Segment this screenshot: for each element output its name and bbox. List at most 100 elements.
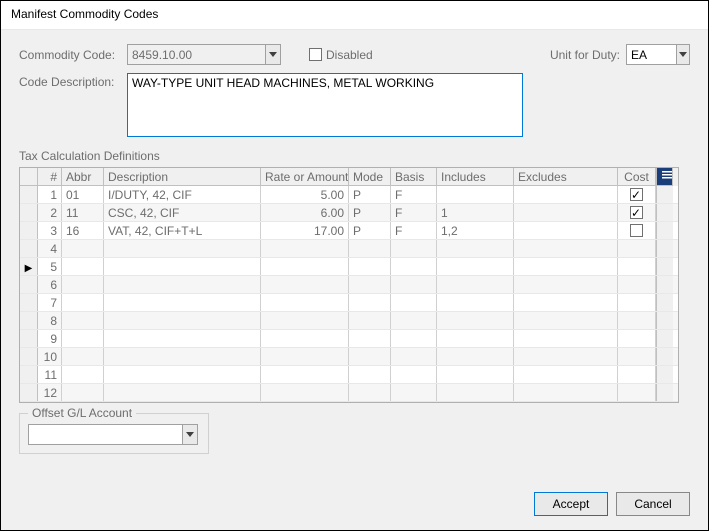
cell[interactable] xyxy=(391,240,437,257)
unit-for-duty-input[interactable] xyxy=(627,45,676,64)
cell[interactable]: 1 xyxy=(38,186,62,203)
row-selector[interactable] xyxy=(20,222,38,239)
cell[interactable]: CSC, 42, CIF xyxy=(104,204,261,221)
cancel-button[interactable]: Cancel xyxy=(616,492,690,516)
cost-cell[interactable] xyxy=(618,348,656,365)
cost-checkbox[interactable] xyxy=(630,224,643,237)
cell[interactable]: 2 xyxy=(38,204,62,221)
cell[interactable] xyxy=(62,330,104,347)
code-description-textarea[interactable]: WAY-TYPE UNIT HEAD MACHINES, METAL WORKI… xyxy=(127,73,523,137)
cell[interactable] xyxy=(437,240,514,257)
cell[interactable] xyxy=(261,330,349,347)
cell[interactable]: 11 xyxy=(62,204,104,221)
cell[interactable]: F xyxy=(391,222,437,239)
table-row[interactable]: 7 xyxy=(20,294,678,312)
table-row[interactable]: 6 xyxy=(20,276,678,294)
cell[interactable] xyxy=(349,294,391,311)
cell[interactable] xyxy=(349,348,391,365)
cell[interactable] xyxy=(514,240,618,257)
offset-gl-combo[interactable] xyxy=(28,424,198,445)
cell[interactable] xyxy=(437,384,514,401)
cell[interactable]: 10 xyxy=(38,348,62,365)
cost-cell[interactable] xyxy=(618,312,656,329)
cell[interactable] xyxy=(514,312,618,329)
cell[interactable]: P xyxy=(349,204,391,221)
grid-header-selector[interactable] xyxy=(20,168,38,186)
cell[interactable] xyxy=(437,366,514,383)
cost-cell[interactable] xyxy=(618,294,656,311)
cell[interactable] xyxy=(391,312,437,329)
grid-header-excl[interactable]: Excludes xyxy=(514,168,618,186)
cell[interactable] xyxy=(514,294,618,311)
cell[interactable]: P xyxy=(349,222,391,239)
cell[interactable]: 17.00 xyxy=(261,222,349,239)
cell[interactable] xyxy=(391,348,437,365)
cell[interactable] xyxy=(62,384,104,401)
cell[interactable] xyxy=(104,366,261,383)
cell[interactable] xyxy=(391,294,437,311)
commodity-code-dropdown-button[interactable] xyxy=(265,45,280,64)
cost-cell[interactable] xyxy=(618,222,656,239)
cell[interactable] xyxy=(261,384,349,401)
grid-header-abbr[interactable]: Abbr xyxy=(62,168,104,186)
row-selector[interactable] xyxy=(20,348,38,365)
cell[interactable] xyxy=(261,276,349,293)
cell[interactable] xyxy=(62,276,104,293)
cell[interactable]: 3 xyxy=(38,222,62,239)
row-selector[interactable] xyxy=(20,366,38,383)
table-row[interactable]: 11 xyxy=(20,366,678,384)
cell[interactable] xyxy=(349,366,391,383)
cell[interactable] xyxy=(514,222,618,239)
cell[interactable] xyxy=(514,366,618,383)
cell[interactable] xyxy=(104,294,261,311)
unit-for-duty-combo[interactable] xyxy=(626,44,690,65)
cell[interactable]: 5.00 xyxy=(261,186,349,203)
table-row[interactable]: 9 xyxy=(20,330,678,348)
disabled-checkbox[interactable] xyxy=(309,48,322,61)
cell[interactable] xyxy=(437,348,514,365)
grid-header-rate[interactable]: Rate or Amount xyxy=(261,168,349,186)
cell[interactable] xyxy=(514,348,618,365)
cost-cell[interactable] xyxy=(618,366,656,383)
cell[interactable]: P xyxy=(349,186,391,203)
grid-header-desc[interactable]: Description xyxy=(104,168,261,186)
cell[interactable] xyxy=(261,348,349,365)
cell[interactable]: 5 xyxy=(38,258,62,275)
cell[interactable] xyxy=(62,312,104,329)
cell[interactable] xyxy=(391,258,437,275)
commodity-code-combo[interactable] xyxy=(127,44,281,65)
cell[interactable]: 4 xyxy=(38,240,62,257)
commodity-code-input[interactable] xyxy=(128,45,265,64)
cell[interactable]: F xyxy=(391,186,437,203)
cell[interactable] xyxy=(437,276,514,293)
cell[interactable] xyxy=(62,240,104,257)
cell[interactable]: F xyxy=(391,204,437,221)
cell[interactable] xyxy=(104,384,261,401)
cost-cell[interactable] xyxy=(618,240,656,257)
cell[interactable] xyxy=(104,348,261,365)
grid-header-mode[interactable]: Mode xyxy=(349,168,391,186)
cell[interactable]: 9 xyxy=(38,330,62,347)
cell[interactable] xyxy=(62,348,104,365)
cell[interactable]: 7 xyxy=(38,294,62,311)
cell[interactable] xyxy=(437,186,514,203)
cell[interactable] xyxy=(349,384,391,401)
cell[interactable]: 6.00 xyxy=(261,204,349,221)
cell[interactable] xyxy=(437,294,514,311)
cell[interactable] xyxy=(104,240,261,257)
cell[interactable] xyxy=(261,258,349,275)
grid-header-options-icon[interactable] xyxy=(656,168,673,186)
cell[interactable] xyxy=(349,330,391,347)
cell[interactable]: 16 xyxy=(62,222,104,239)
accept-button[interactable]: Accept xyxy=(534,492,608,516)
cell[interactable] xyxy=(514,186,618,203)
row-selector[interactable] xyxy=(20,312,38,329)
row-selector[interactable] xyxy=(20,294,38,311)
cell[interactable] xyxy=(62,258,104,275)
row-selector[interactable] xyxy=(20,384,38,401)
cell[interactable] xyxy=(349,240,391,257)
cost-cell[interactable] xyxy=(618,330,656,347)
row-selector[interactable] xyxy=(20,330,38,347)
row-selector[interactable] xyxy=(20,204,38,221)
cell[interactable]: 12 xyxy=(38,384,62,401)
